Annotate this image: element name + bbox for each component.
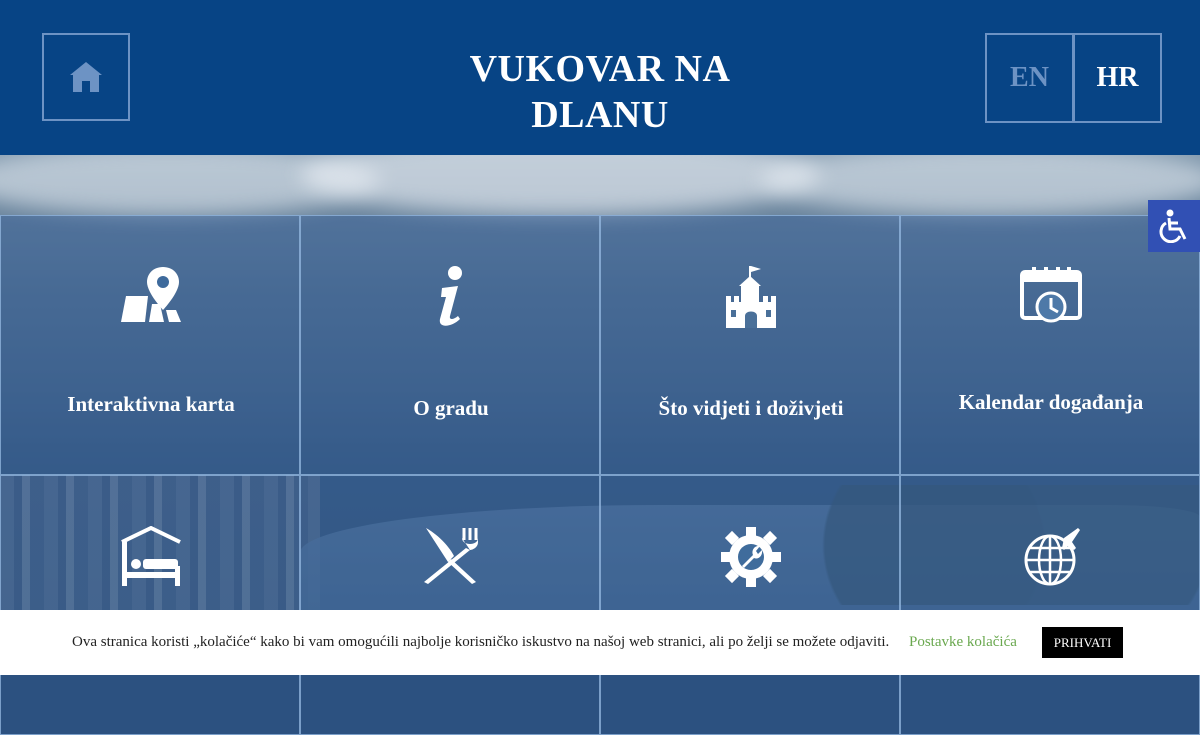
cookie-accept-button[interactable]: PRIHVATI (1042, 627, 1123, 658)
tile-gastro[interactable] (300, 475, 600, 735)
home-icon (70, 62, 102, 92)
gear-wrench-icon (721, 527, 781, 587)
tile-putovanja[interactable] (900, 475, 1200, 735)
tile-sto-vidjeti[interactable]: Što vidjeti i doživjeti (600, 215, 900, 475)
calendar-clock-icon (1020, 267, 1082, 323)
info-icon (439, 266, 462, 326)
site-header: VUKOVAR NA DLANU EN HR (0, 0, 1200, 155)
bed-icon (121, 526, 181, 586)
site-title-line-2: DLANU (531, 94, 669, 136)
language-hr-button[interactable]: HR (1073, 33, 1162, 123)
accessibility-button[interactable] (1148, 200, 1200, 252)
home-button[interactable] (42, 33, 130, 121)
fork-knife-icon (424, 528, 478, 584)
globe-plane-icon (1024, 528, 1080, 586)
wheelchair-icon (1159, 209, 1187, 243)
tile-label: O gradu (413, 396, 489, 420)
tile-interaktivna-karta[interactable]: Interaktivna karta (0, 215, 300, 475)
tile-smjestaj[interactable] (0, 475, 300, 735)
language-en-button[interactable]: EN (985, 33, 1074, 123)
site-title: VUKOVAR NA DLANU (400, 46, 800, 138)
cookie-bar: Ova stranica koristi „kolačiće“ kako bi … (0, 610, 1200, 675)
castle-icon (726, 266, 776, 328)
tile-label: Što vidjeti i doživjeti (658, 396, 844, 420)
site-title-line-1: VUKOVAR NA (469, 48, 731, 90)
tile-o-gradu[interactable]: O gradu (300, 215, 600, 475)
tile-label: Kalendar događanja (958, 390, 1144, 414)
tile-label: Interaktivna karta (67, 392, 235, 416)
cookie-settings-link[interactable]: Postavke kolačića (909, 634, 1017, 651)
cookie-message: Ova stranica koristi „kolačiće“ kako bi … (72, 634, 890, 650)
tile-servisi[interactable] (600, 475, 900, 735)
tile-kalendar[interactable]: Kalendar događanja (900, 215, 1200, 475)
map-pin-icon (121, 267, 181, 322)
